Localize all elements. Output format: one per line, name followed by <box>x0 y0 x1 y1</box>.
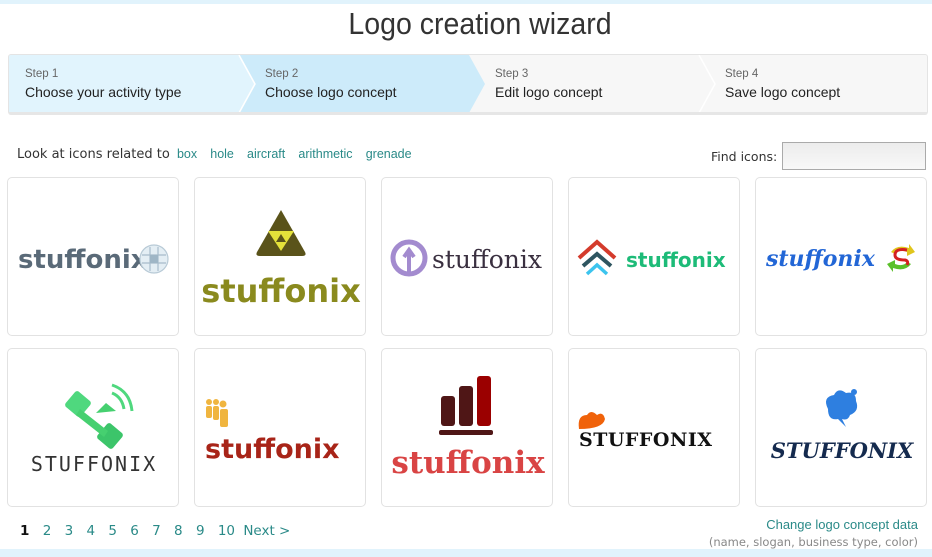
page-6[interactable]: 6 <box>130 523 139 539</box>
page-7[interactable]: 7 <box>152 523 161 539</box>
orange-cloud-icon <box>578 412 605 429</box>
page-2[interactable]: 2 <box>43 523 52 539</box>
logo-card-8[interactable]: stuffonix <box>381 348 553 507</box>
page-4[interactable]: 4 <box>86 523 95 539</box>
satellite-icon <box>65 383 134 449</box>
logo-text: stuffonix <box>765 246 876 272</box>
logo-card-10[interactable]: STUFFONIX <box>755 348 927 507</box>
logo-text: STUFFONIX <box>31 452 157 476</box>
top-strip <box>0 0 932 4</box>
related-tag-hole[interactable]: hole <box>210 147 234 161</box>
related-icons: Look at icons related to box hole aircra… <box>17 147 412 162</box>
step-4-label: Save logo concept <box>725 84 841 100</box>
page-5[interactable]: 5 <box>108 523 117 539</box>
find-icons-label: Find icons: <box>711 149 778 164</box>
step-2-number: Step 2 <box>265 68 299 80</box>
bar-chart-icon <box>439 376 493 435</box>
step-3-label: Edit logo concept <box>495 84 603 100</box>
next-page-link[interactable]: Next > <box>243 523 290 539</box>
logo-text: stuffonix <box>626 248 726 272</box>
related-tag-grenade[interactable]: grenade <box>366 147 412 161</box>
step-1[interactable]: Step 1 Choose your activity type <box>9 55 265 112</box>
triangle-hazard-icon <box>256 210 306 256</box>
find-icons-input[interactable] <box>782 142 926 170</box>
page-1[interactable]: 1 <box>20 523 29 539</box>
change-logo-concept-data-link[interactable]: Change logo concept data <box>766 517 918 532</box>
pagination: 1 2 3 4 5 6 7 8 9 10 Next > <box>20 523 299 539</box>
step-3-number: Step 3 <box>495 68 529 80</box>
logo-text: stuffonix <box>432 245 542 274</box>
related-prefix: Look at icons related to <box>17 147 170 162</box>
wizard-steps: Step 1 Choose your activity type Step 2 … <box>8 54 928 115</box>
speech-cloud-icon <box>826 389 858 427</box>
logo-card-6[interactable]: STUFFONIX <box>7 348 179 507</box>
logo-text: STUFFONIX <box>579 429 712 451</box>
related-tag-box[interactable]: box <box>177 147 197 161</box>
logo-text: stuffonix <box>205 434 340 465</box>
logo-card-7[interactable]: stuffonix <box>194 348 366 507</box>
step-4[interactable]: Step 4 Save logo concept <box>699 55 927 112</box>
page-title: Logo creation wizard <box>348 6 612 41</box>
globe-maze-icon <box>139 244 169 274</box>
logo-text: stuffonix <box>201 272 361 310</box>
logo-card-3[interactable]: stuffonix <box>381 177 553 336</box>
step-2[interactable]: Step 2 Choose logo concept <box>239 55 495 112</box>
page-10[interactable]: 10 <box>218 523 235 539</box>
step-1-label: Choose your activity type <box>25 84 182 100</box>
step-2-label: Choose logo concept <box>265 84 397 100</box>
logo-text: STUFFONIX <box>771 438 914 463</box>
step-1-number: Step 1 <box>25 68 59 80</box>
step-4-number: Step 4 <box>725 68 759 80</box>
chevron-stack-icon <box>577 239 617 276</box>
circle-up-arrow-icon <box>390 239 428 277</box>
people-group-icon <box>206 399 228 427</box>
bottom-strip <box>0 549 932 557</box>
step-3[interactable]: Step 3 Edit logo concept <box>469 55 725 112</box>
logo-text: stuffonix <box>18 245 148 275</box>
page-9[interactable]: 9 <box>196 523 205 539</box>
logo-card-4[interactable]: stuffonix <box>568 177 740 336</box>
related-tag-aircraft[interactable]: aircraft <box>247 147 285 161</box>
page-3[interactable]: 3 <box>65 523 74 539</box>
page-8[interactable]: 8 <box>174 523 183 539</box>
logo-card-5[interactable]: stuffonix <box>755 177 927 336</box>
change-logo-concept-data-hint: (name, slogan, business type, color) <box>708 535 918 549</box>
sync-arrows-s-icon <box>887 244 915 272</box>
logo-card-1[interactable]: stuffonix <box>7 177 179 336</box>
logo-card-9[interactable]: STUFFONIX <box>568 348 740 507</box>
logo-card-2[interactable]: stuffonix <box>194 177 366 336</box>
logo-text: stuffonix <box>391 445 545 481</box>
related-tag-arithmetic[interactable]: arithmetic <box>298 147 352 161</box>
